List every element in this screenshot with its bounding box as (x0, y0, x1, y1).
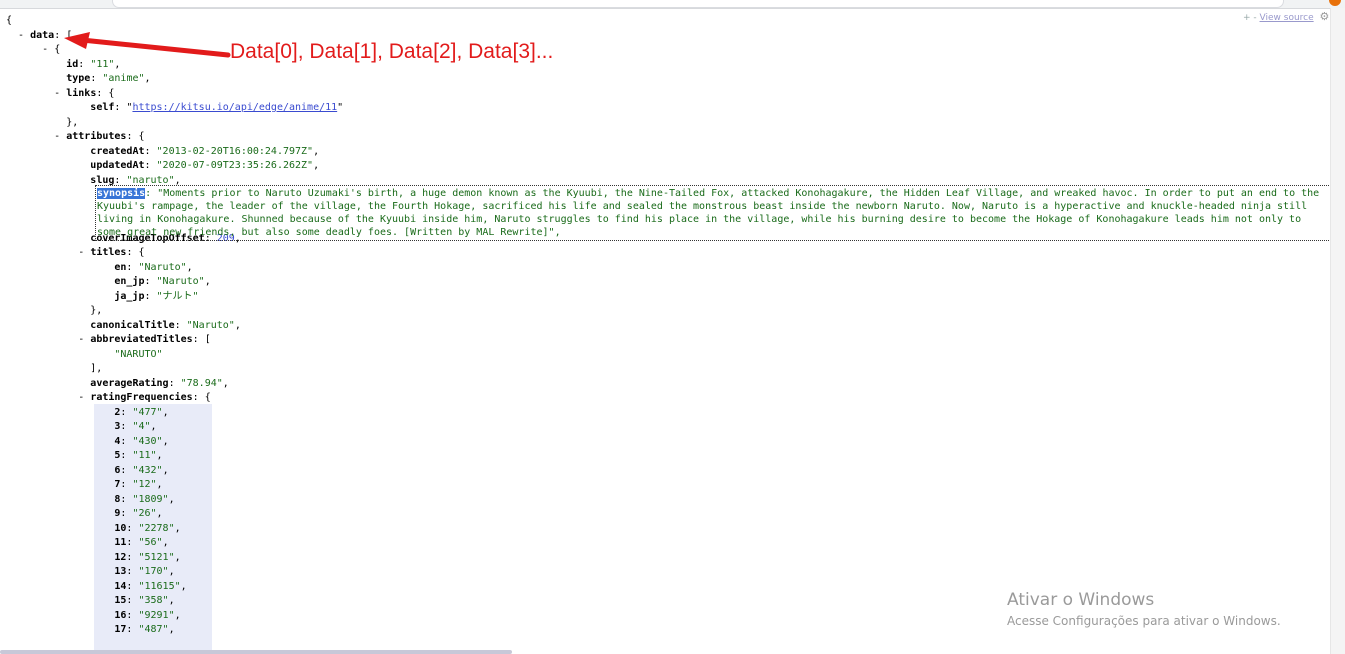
rating-frequency-row: 15: "358", (114, 595, 175, 606)
collapse-toggle[interactable]: - (54, 88, 60, 99)
toggle-all-button[interactable]: + - (1243, 13, 1257, 23)
profile-icon[interactable] (1329, 0, 1341, 6)
watermark-title: Ativar o Windows (1007, 590, 1155, 610)
self-link[interactable]: https://kitsu.io/api/edge/anime/11 (132, 102, 337, 113)
synopsis-value: "Moments prior to Naruto Uzumaki's birth… (97, 188, 1320, 238)
rating-frequency-row: 7: "12", (114, 479, 163, 490)
rating-frequencies-list: 2: "477", 3: "4", 4: "430", 5: "11", 6: … (6, 406, 343, 638)
rating-frequency-row: 9: "26", (114, 508, 163, 519)
rating-frequency-row: 8: "1809", (114, 493, 175, 505)
windows-activation-watermark: Ativar o Windows Acesse Configurações pa… (1007, 590, 1281, 628)
rating-frequency-row: 12: "5121", (114, 551, 181, 563)
annotation-text: Data[0], Data[1], Data[2], Data[3]... (230, 40, 554, 63)
rating-frequency-row: 2: "477", (114, 406, 169, 418)
collapse-toggle[interactable]: - (54, 131, 60, 142)
collapse-toggle[interactable]: - (78, 392, 84, 403)
rating-frequency-row: 16: "9291", (114, 609, 181, 621)
address-bar[interactable] (112, 0, 1284, 8)
collapse-toggle[interactable]: - (78, 334, 84, 345)
rating-frequency-row: 13: "170", (114, 566, 175, 577)
rating-frequency-row: 14: "11615", (114, 580, 187, 592)
collapse-toggle[interactable]: - (78, 247, 84, 258)
vertical-scrollbar[interactable] (1330, 8, 1345, 654)
view-source-link[interactable]: View source (1260, 13, 1314, 23)
rating-frequency-row: 3: "4", (114, 421, 157, 432)
horizontal-scrollbar[interactable] (0, 650, 512, 654)
collapse-toggle[interactable]: - (18, 30, 24, 41)
browser-top-bar (0, 0, 1345, 9)
json-key-synopsis: synopsis (97, 188, 146, 199)
json-viewer-toolbar: + - View source ⚙ (1243, 10, 1329, 23)
watermark-subtitle: Acesse Configurações para ativar o Windo… (1007, 614, 1281, 628)
rating-frequency-row: 6: "432", (114, 464, 169, 476)
synopsis-selection: synopsis: "Moments prior to Naruto Uzuma… (95, 185, 1333, 241)
rating-frequency-row: 10: "2278", (114, 522, 181, 534)
rating-frequency-row: 5: "11", (114, 450, 163, 461)
collapse-toggle[interactable]: - (42, 44, 48, 55)
rating-frequency-row: 4: "430", (114, 435, 169, 447)
json-key-data: data (30, 29, 55, 41)
json-tree: { - data: [ - { id: "11", type: "anime",… (6, 14, 343, 638)
rating-frequency-row: 17: "487", (114, 624, 175, 635)
gear-icon[interactable]: ⚙ (1320, 10, 1330, 23)
rating-frequency-row: 11: "56", (114, 537, 169, 548)
